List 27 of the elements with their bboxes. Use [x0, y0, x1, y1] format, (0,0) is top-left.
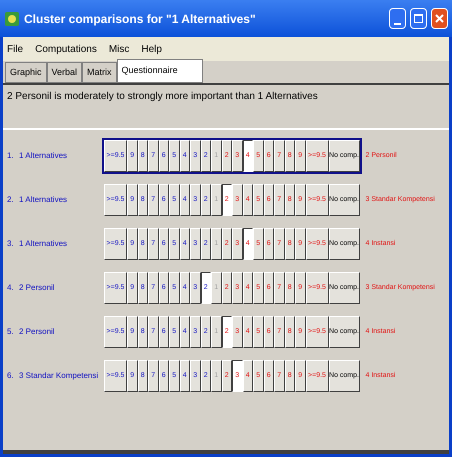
left-item: 2 Personil: [19, 282, 56, 294]
left-item: 1 Alternatives: [19, 194, 68, 206]
menu-item[interactable]: Misc: [108, 42, 130, 56]
tab[interactable]: Matrix: [82, 62, 117, 83]
row-number: 3.: [7, 238, 15, 250]
row-number: 5.: [7, 326, 15, 338]
menu-item[interactable]: Computations: [35, 42, 97, 56]
minimize-button[interactable]: [389, 8, 406, 29]
close-icon: [435, 14, 444, 23]
left-item: 2 Personil: [19, 326, 56, 338]
close-button[interactable]: [431, 8, 448, 29]
row-number: 1.: [7, 150, 15, 162]
row-number: 4.: [7, 282, 15, 294]
window-title: Cluster comparisons for "1 Alternatives": [24, 10, 257, 28]
tab[interactable]: Graphic: [5, 62, 47, 83]
menu-item[interactable]: Help: [141, 42, 162, 56]
left-item: 1 Alternatives: [19, 238, 68, 250]
menu-item[interactable]: File: [7, 42, 24, 56]
maximize-button[interactable]: [410, 8, 427, 29]
left-item: 1 Alternatives: [19, 150, 68, 162]
comparison-statement: 2 Personil is moderately to strongly more important than 1 Alternatives: [7, 90, 319, 104]
tab[interactable]: Verbal: [46, 62, 82, 83]
tab[interactable]: Questionnaire: [116, 59, 203, 83]
app-icon: [4, 10, 20, 26]
row-number: 2.: [7, 194, 15, 206]
left-item: 3 Standar Kompetensi: [19, 370, 100, 382]
row-number: 6.: [7, 370, 15, 382]
